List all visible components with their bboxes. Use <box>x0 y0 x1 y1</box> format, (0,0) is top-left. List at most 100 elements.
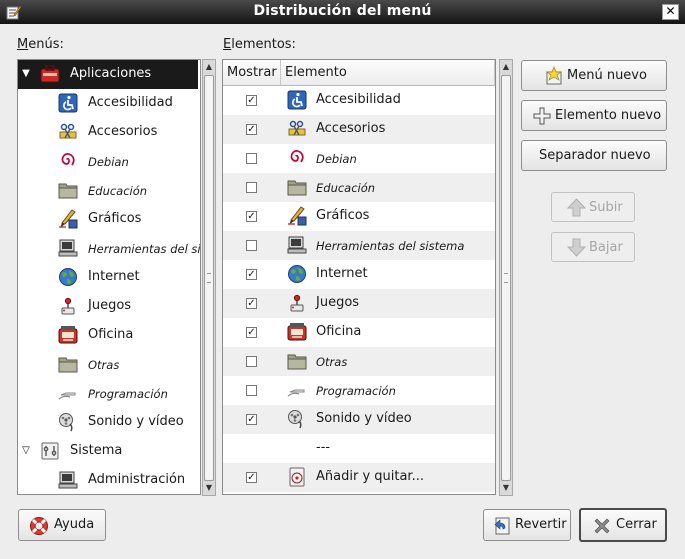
show-checkbox[interactable] <box>246 385 257 396</box>
scrollbar-thumb[interactable] <box>204 75 214 481</box>
arrow-down-icon <box>567 238 586 257</box>
item-row[interactable]: ✓ Sonido y vídeo <box>223 405 495 434</box>
move-down-button[interactable]: Bajar <box>551 232 635 262</box>
window-close-button[interactable]: ✕ <box>662 4 679 20</box>
tree-item[interactable]: Juegos <box>18 292 198 321</box>
scroll-down-arrow-icon[interactable]: ▼ <box>500 481 512 495</box>
separator-row[interactable]: --- <box>223 434 495 463</box>
item-label: Accesibilidad <box>316 92 401 107</box>
column-header-item[interactable]: Elemento <box>281 60 495 86</box>
menu-tree[interactable]: ▼ Aplicaciones Accesibilidad Accesorios Debi… <box>17 59 201 495</box>
item-row[interactable]: ✓ Accesorios <box>223 115 495 144</box>
multimedia-icon <box>58 412 78 432</box>
item-row[interactable]: Programación <box>223 376 495 405</box>
new-menu-button[interactable]: Menú nuevo <box>521 60 667 91</box>
move-up-button[interactable]: Subir <box>551 192 635 222</box>
tree-item-label: Juegos <box>88 298 132 313</box>
tree-item[interactable]: Programación <box>18 379 198 408</box>
new-item-label: Elemento nuevo <box>555 108 662 123</box>
tree-item-label: Internet <box>88 269 140 284</box>
accessibility-icon <box>58 93 78 113</box>
accessibility-icon <box>287 90 307 110</box>
menus-label: Menús: <box>17 37 64 52</box>
scroll-up-arrow-icon[interactable]: ▲ <box>500 60 512 74</box>
item-row[interactable]: Otras <box>223 347 495 376</box>
show-checkbox[interactable]: ✓ <box>246 95 257 106</box>
tree-item[interactable]: Otras <box>18 350 198 379</box>
folder-icon <box>287 351 307 371</box>
column-header-show[interactable]: Mostrar <box>223 60 281 86</box>
graphics-icon <box>58 209 78 229</box>
tree-item-label: Administración <box>88 472 186 487</box>
close-button[interactable]: Cerrar <box>579 508 667 542</box>
revert-button[interactable]: Revertir <box>483 509 571 541</box>
show-checkbox[interactable]: ✓ <box>246 124 257 135</box>
item-label: Otras <box>316 355 348 369</box>
item-row[interactable]: ✓ Accesibilidad <box>223 86 495 115</box>
add-icon <box>533 107 551 125</box>
expander-arrow-icon[interactable]: ▼ <box>20 68 32 80</box>
tree-item[interactable]: Debian <box>18 147 198 176</box>
item-label: Oficina <box>316 324 362 339</box>
show-checkbox[interactable]: ✓ <box>246 269 257 280</box>
tree-item[interactable]: Oficina <box>18 321 198 350</box>
show-checkbox[interactable]: ✓ <box>246 298 257 309</box>
add-remove-icon <box>287 467 307 487</box>
tree-item[interactable]: Sonido y vídeo <box>18 408 198 437</box>
help-button[interactable]: Ayuda <box>18 509 106 541</box>
expander-arrow-icon[interactable]: ▽ <box>20 445 32 457</box>
item-row[interactable]: Debian <box>223 144 495 173</box>
scroll-up-arrow-icon[interactable]: ▲ <box>203 60 215 74</box>
new-item-button[interactable]: Elemento nuevo <box>521 100 667 131</box>
items-list[interactable]: Mostrar Elemento ✓ Accesibilidad ✓ Accesori… <box>222 59 496 495</box>
new-separator-button[interactable]: Separador nuevo <box>521 140 667 171</box>
item-row[interactable]: Educación <box>223 173 495 202</box>
tree-item[interactable]: Administración <box>18 466 198 494</box>
joystick-icon <box>287 293 307 313</box>
office-icon <box>58 325 78 345</box>
menu-layout-dialog: Distribución del menú ✕ Menús: Elementos… <box>0 0 685 559</box>
tree-item[interactable]: Internet <box>18 263 198 292</box>
show-checkbox[interactable] <box>246 153 257 164</box>
tree-item[interactable]: Gráficos <box>18 205 198 234</box>
system-icon <box>40 441 60 461</box>
tree-item-label: Educación <box>88 184 148 198</box>
show-checkbox[interactable]: ✓ <box>246 211 257 222</box>
item-row[interactable]: ✓ Gráficos <box>223 202 495 231</box>
help-label: Ayuda <box>54 517 95 532</box>
tree-item[interactable]: Educación <box>18 176 198 205</box>
arrow-up-icon <box>567 198 586 217</box>
title-bar[interactable]: Distribución del menú ✕ <box>0 0 685 24</box>
show-checkbox[interactable] <box>246 356 257 367</box>
item-label: Debian <box>316 152 357 166</box>
tree-item-label: Accesorios <box>88 124 158 139</box>
item-row[interactable]: ✓ Oficina <box>223 318 495 347</box>
programming-icon <box>58 383 78 403</box>
tree-item[interactable]: Accesibilidad <box>18 89 198 118</box>
items-list-scrollbar[interactable]: ▲ ▼ <box>499 59 513 496</box>
grip-icon <box>504 273 508 283</box>
item-row[interactable]: ✓ Añadir y quitar... <box>223 463 495 492</box>
show-checkbox[interactable] <box>246 182 257 193</box>
item-label: Juegos <box>316 295 360 310</box>
item-row[interactable]: ✓ Internet <box>223 260 495 289</box>
accessories-icon <box>58 122 78 142</box>
show-checkbox[interactable]: ✓ <box>246 472 257 483</box>
office-icon <box>287 322 307 342</box>
tree-item[interactable]: Herramientas del sistema <box>18 234 200 263</box>
show-checkbox[interactable] <box>246 240 257 251</box>
show-checkbox[interactable]: ✓ <box>246 414 257 425</box>
tree-item[interactable]: ▽ Sistema <box>18 437 198 466</box>
show-checkbox[interactable]: ✓ <box>246 327 257 338</box>
grip-icon <box>207 273 211 283</box>
tree-item[interactable]: Accesorios <box>18 118 198 147</box>
revert-label: Revertir <box>515 517 567 532</box>
item-row[interactable]: Herramientas del sistema <box>223 231 495 260</box>
tree-item[interactable]: ▼ Aplicaciones <box>18 60 198 89</box>
close-x-icon <box>594 518 610 534</box>
scrollbar-thumb[interactable] <box>501 75 511 481</box>
menu-tree-scrollbar[interactable]: ▲ ▼ <box>202 59 216 496</box>
close-label: Cerrar <box>616 517 657 532</box>
item-row[interactable]: ✓ Juegos <box>223 289 495 318</box>
scroll-down-arrow-icon[interactable]: ▼ <box>203 481 215 495</box>
